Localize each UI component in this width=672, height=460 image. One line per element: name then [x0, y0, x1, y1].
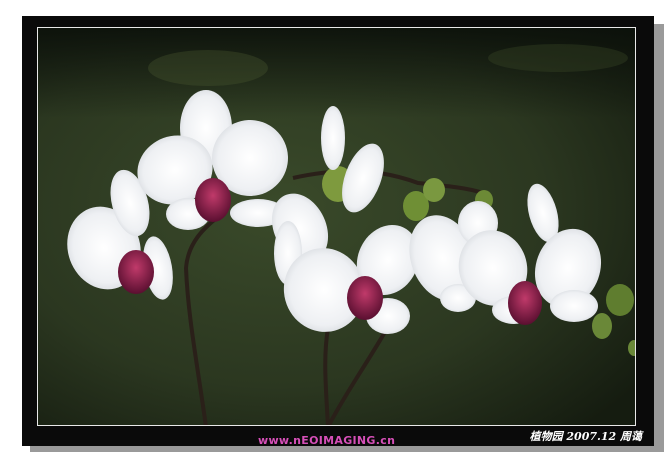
- orchid-photo-svg: [38, 28, 635, 425]
- photo-caption: 植物园 2007.12 周蔼: [529, 430, 642, 443]
- orchid-photo: [37, 27, 636, 426]
- site-watermark: www.nEOIMAGING.cn: [258, 434, 396, 447]
